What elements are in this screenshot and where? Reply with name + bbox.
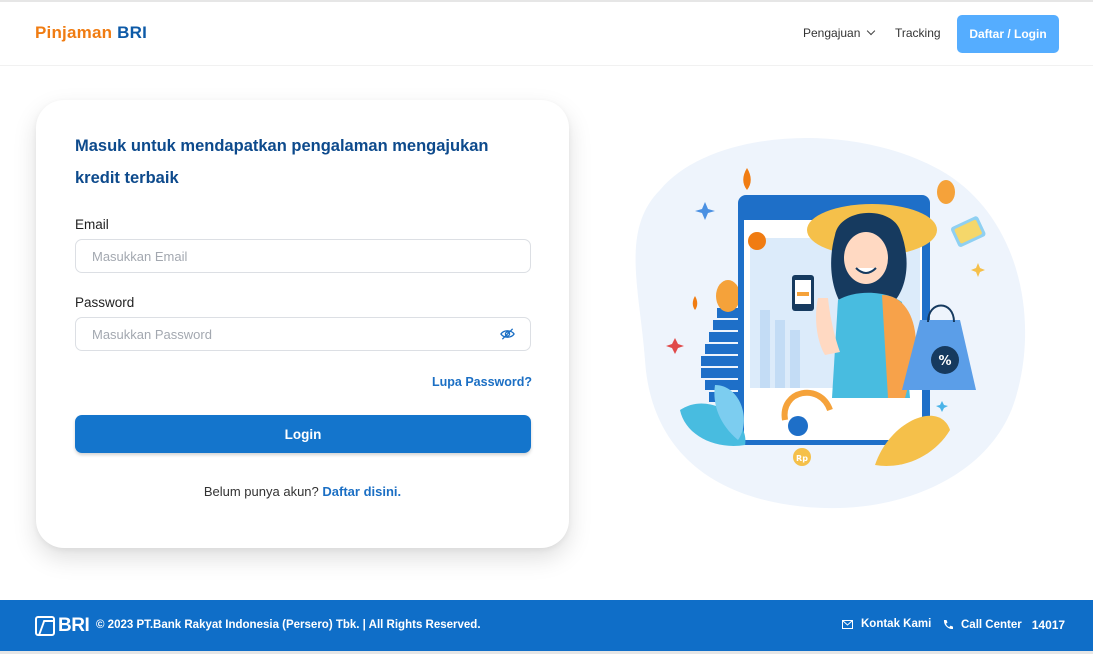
brand-logo[interactable]: Pinjaman BRI xyxy=(35,23,147,43)
discount-symbol: % xyxy=(938,354,951,369)
face xyxy=(844,232,888,284)
bri-footer-logo[interactable]: BRI xyxy=(35,615,90,637)
login-heading: Masuk untuk mendapatkan pengalaman menga… xyxy=(75,137,489,187)
envelope-icon xyxy=(842,619,853,629)
coin-icon xyxy=(716,280,740,312)
orange-dot xyxy=(748,232,766,250)
brand-name-part1: Pinjaman xyxy=(35,23,113,42)
eye-slash-icon[interactable] xyxy=(500,327,515,341)
password-field[interactable] xyxy=(75,317,531,351)
call-center-link[interactable]: Call Center 14017 xyxy=(942,618,1065,632)
top-navbar: Pinjaman BRI Pengajuan Tracking Daftar /… xyxy=(0,2,1093,66)
brand-name-part2: BRI xyxy=(117,23,148,42)
email-label: Email xyxy=(75,217,109,232)
copyright-text: © 2023 PT.Bank Rakyat Indonesia (Persero… xyxy=(96,619,481,631)
rupiah-coin-text: Rp xyxy=(796,454,808,463)
coin-icon xyxy=(937,180,955,204)
contact-us-link[interactable]: Kontak Kami xyxy=(842,618,931,630)
login-card: Masuk untuk mendapatkan pengalaman menga… xyxy=(36,100,569,548)
signup-link[interactable]: Daftar disini. xyxy=(322,484,401,499)
password-label: Password xyxy=(75,295,135,310)
register-login-button[interactable]: Daftar / Login xyxy=(957,15,1059,53)
site-footer: BRI © 2023 PT.Bank Rakyat Indonesia (Per… xyxy=(0,600,1093,654)
chevron-down-icon xyxy=(867,26,876,36)
login-button[interactable]: Login xyxy=(75,415,531,453)
nav-tracking-label: Tracking xyxy=(895,26,941,40)
phone-icon xyxy=(943,620,953,630)
signup-row: Belum punya akun? Daftar disini. xyxy=(36,484,569,499)
contact-us-label: Kontak Kami xyxy=(861,618,932,630)
shopping-woman-illustration: % Rp xyxy=(635,137,1026,509)
nav-pengajuan-label: Pengajuan xyxy=(803,26,861,40)
signup-prompt: Belum punya akun? xyxy=(203,484,319,499)
call-center-label: Call Center xyxy=(961,619,1022,631)
forgot-password-link[interactable]: Lupa Password? xyxy=(432,375,532,389)
bri-logo-icon xyxy=(35,616,55,636)
nav-pengajuan-dropdown[interactable]: Pengajuan xyxy=(803,26,876,40)
email-field[interactable] xyxy=(75,239,531,273)
call-center-number: 14017 xyxy=(1031,618,1066,632)
bri-logo-text: BRI xyxy=(58,615,90,636)
nav-tracking-link[interactable]: Tracking xyxy=(895,26,941,40)
